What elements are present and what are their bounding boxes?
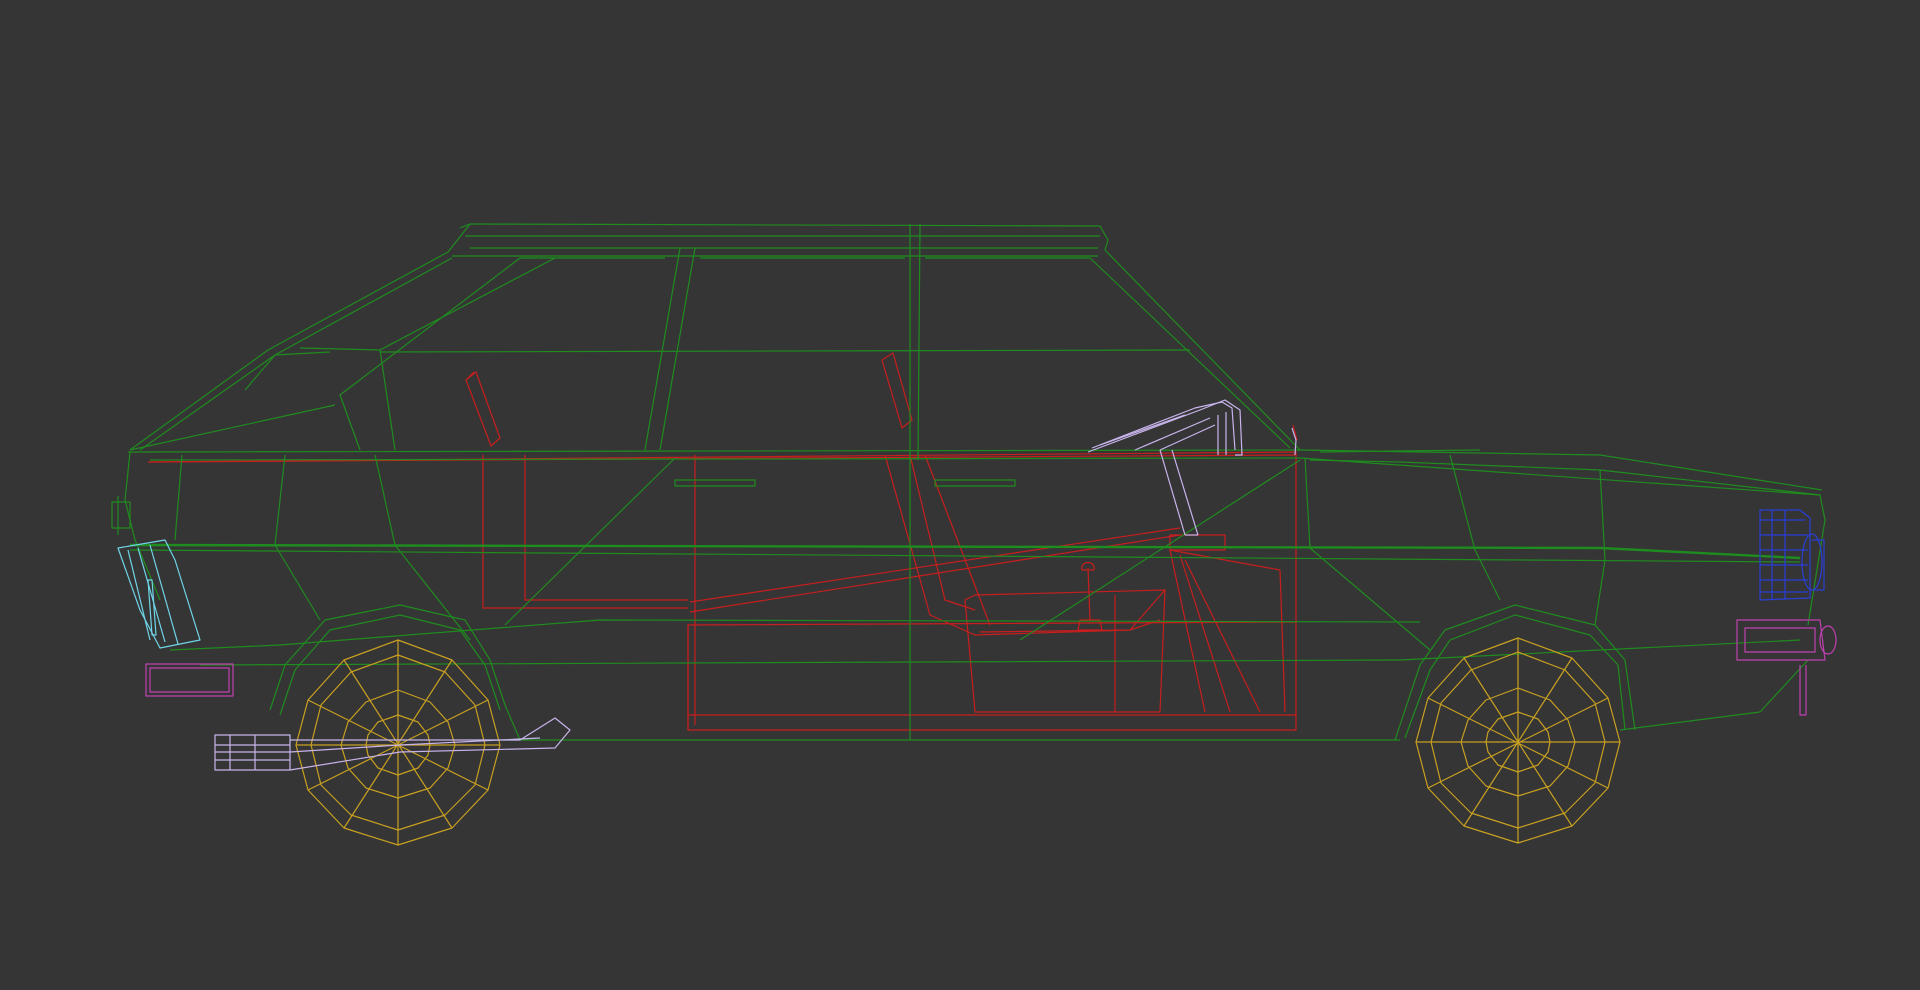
rear-plate-wireframe[interactable] xyxy=(1736,619,1837,716)
viewport-left[interactable] xyxy=(0,0,1920,990)
wireframe-canvas[interactable] xyxy=(0,0,1920,990)
front-wheel-wireframe[interactable] xyxy=(295,639,501,846)
car-body-wireframe[interactable] xyxy=(111,223,1826,741)
rear-wheel-wireframe[interactable] xyxy=(1415,637,1621,844)
exhaust-pipe-wireframe[interactable] xyxy=(214,717,571,771)
taillight-wireframe[interactable] xyxy=(117,539,201,649)
steering-wheel-wireframe[interactable] xyxy=(1087,399,1297,536)
front-plate-wireframe[interactable] xyxy=(145,663,234,697)
interior-wireframe[interactable] xyxy=(147,352,1298,731)
